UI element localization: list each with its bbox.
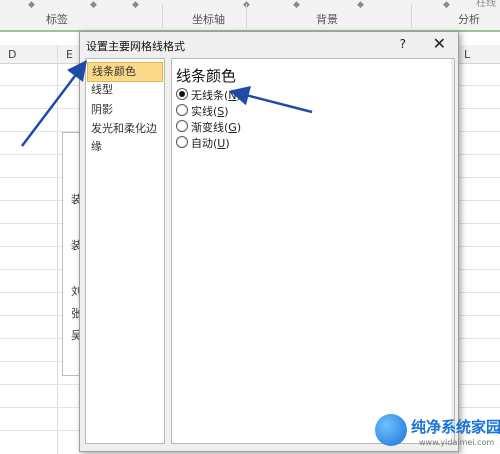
watermark-url: www.yidaimei.com (419, 438, 495, 447)
help-button[interactable]: ? (400, 37, 406, 51)
format-gridlines-dialog: 设置主要网格线格式 ? ✕ 线条颜色 线型 阴影 发光和柔化边缘 线条颜色 无线… (79, 31, 459, 452)
column-header-l[interactable]: L (464, 48, 470, 61)
nav-item-shadow[interactable]: 阴影 (87, 101, 163, 119)
dialog-nav: 线条颜色 线型 阴影 发光和柔化边缘 (85, 58, 165, 444)
content-scrollbar[interactable] (451, 59, 454, 443)
ribbon-separator (411, 4, 412, 28)
ribbon-scroll-icon: ◆ (357, 0, 364, 10)
radio-automatic[interactable] (176, 136, 188, 148)
option-label: 自动(U) (191, 137, 230, 150)
grid-column-line (57, 45, 58, 454)
nav-item-line-style[interactable]: 线型 (87, 81, 163, 99)
close-button[interactable]: ✕ (433, 34, 446, 53)
ribbon-separator (246, 4, 247, 28)
column-header-d[interactable]: D (8, 48, 16, 61)
column-header-e[interactable]: E (66, 48, 73, 61)
option-label: 实线(S) (191, 105, 229, 118)
radio-gradient-line[interactable] (176, 120, 188, 132)
ribbon-scroll-icon: ◆ (293, 0, 300, 10)
nav-item-glow-soft-edges[interactable]: 发光和柔化边缘 (87, 120, 163, 153)
option-label: 无线条(N) (191, 89, 241, 102)
option-label: 渐变线(G) (191, 121, 242, 134)
ribbon-group-background: 背景 (316, 13, 338, 26)
radio-solid-line[interactable] (176, 104, 188, 116)
ribbon-cut-text: 柱线 (476, 0, 496, 9)
nav-item-line-color[interactable]: 线条颜色 (87, 62, 163, 82)
radio-no-line[interactable] (176, 88, 188, 100)
dialog-title: 设置主要网格线格式 (86, 40, 185, 53)
section-heading: 线条颜色 (176, 67, 237, 85)
ribbon-group-axes: 坐标轴 (192, 13, 225, 26)
watermark-logo-icon (375, 414, 407, 446)
watermark-title: 纯净系统家园 (411, 418, 500, 436)
ribbon-scroll-icon: ◆ (132, 0, 139, 10)
ribbon-scroll-icon: ◆ (28, 0, 35, 10)
ribbon: ◆ ◆ ◆ ◆ ◆ ◆ ◆ 标签 坐标轴 背景 分析 柱线 (0, 0, 500, 32)
ribbon-separator (162, 4, 163, 28)
dialog-titlebar[interactable]: 设置主要网格线格式 ? ✕ (80, 32, 458, 56)
ribbon-group-analysis: 分析 (458, 13, 480, 26)
dialog-content: 线条颜色 无线条(N) 实线(S) 渐变线(G) 自动(U) (171, 58, 455, 444)
ribbon-scroll-icon: ◆ (443, 0, 450, 10)
ribbon-scroll-icon: ◆ (90, 0, 97, 10)
ribbon-group-labels: 标签 (46, 13, 68, 26)
site-watermark: 纯净系统家园 www.yidaimei.com (375, 410, 500, 454)
